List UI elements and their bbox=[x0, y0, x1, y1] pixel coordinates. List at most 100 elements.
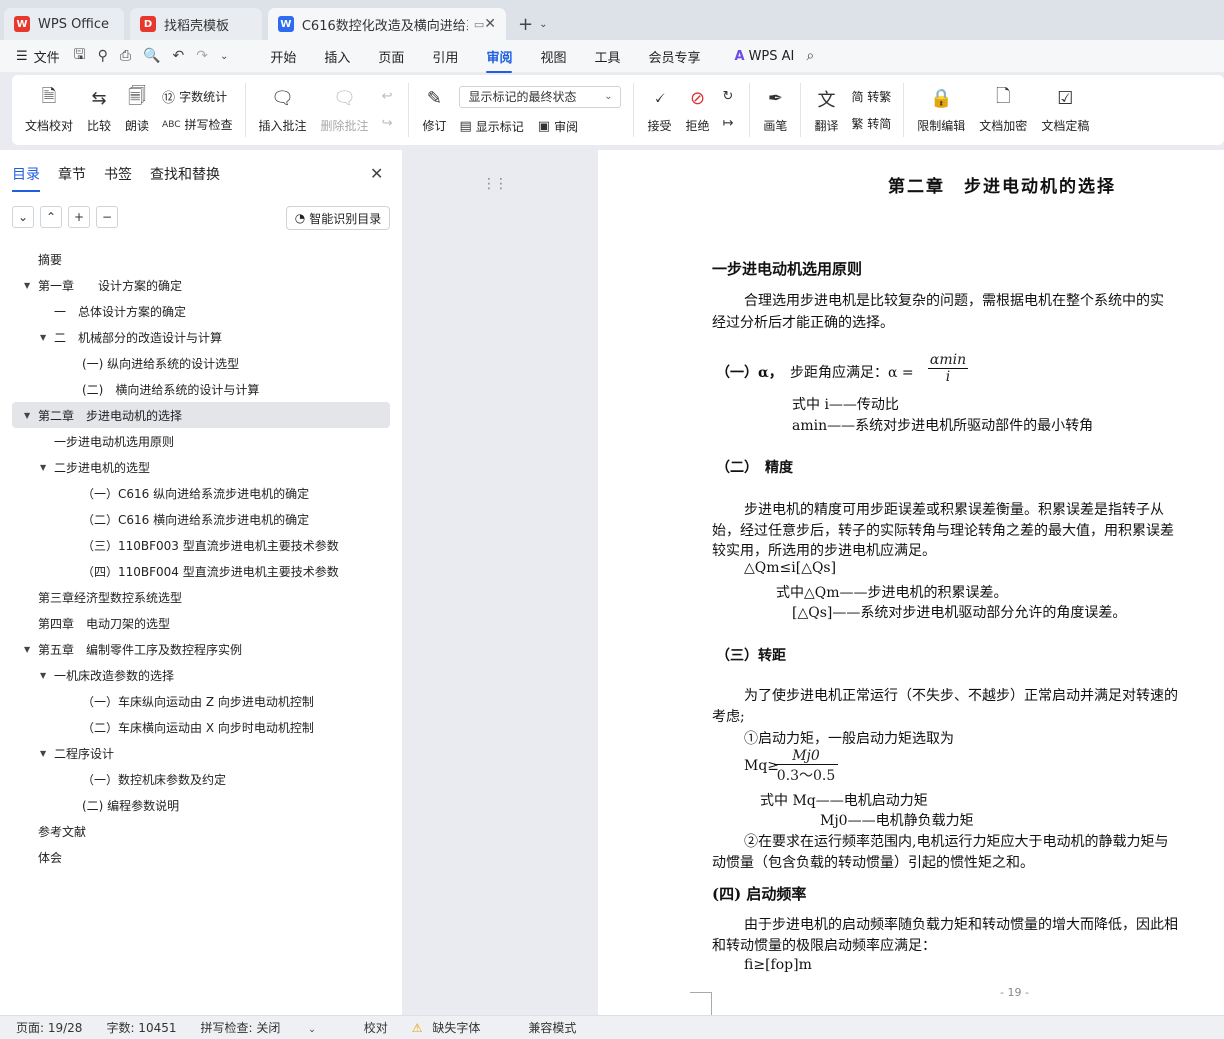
finalize-button[interactable]: ☑ 文档定稿 bbox=[1034, 80, 1096, 140]
toc-item[interactable]: （四）110BF004 型直流步进电机主要技术参数 bbox=[12, 558, 390, 584]
expand-triangle-icon[interactable]: ▼ bbox=[24, 411, 38, 420]
spell-check-indicator[interactable]: 拼写检查: 关闭 ⌄ bbox=[201, 1019, 340, 1036]
pen-button[interactable]: ✒ 画笔 bbox=[756, 80, 794, 140]
toc-item[interactable]: 体会 bbox=[12, 844, 390, 870]
toc-item[interactable]: （二）C616 横向进给系流步进电机的确定 bbox=[12, 506, 390, 532]
prev-comment-button[interactable]: ↩ bbox=[382, 89, 397, 104]
next-comment-button[interactable]: ↪ bbox=[382, 116, 397, 131]
toc-item[interactable]: （一）车床纵向运动由 Z 向步进电动机控制 bbox=[12, 688, 390, 714]
nav-tab-chapters[interactable]: 章节 bbox=[58, 164, 86, 184]
tab-reference[interactable]: 引用 bbox=[432, 47, 458, 66]
add-heading-button[interactable]: + bbox=[68, 206, 90, 228]
insert-comment-button[interactable]: 🗨 插入批注 bbox=[252, 80, 314, 140]
tab-docer-templates[interactable]: D 找稻壳模板 bbox=[130, 8, 262, 40]
print-preview-icon[interactable]: 🔍 bbox=[143, 48, 160, 64]
tab-start[interactable]: 开始 bbox=[270, 47, 296, 66]
nav-tab-toc[interactable]: 目录 bbox=[12, 164, 40, 192]
toc-item[interactable]: ▼ 第二章 步进电动机的选择 bbox=[12, 402, 390, 428]
smart-toc-button[interactable]: ◔ 智能识别目录 bbox=[286, 206, 390, 230]
search-icon[interactable]: ⌕ bbox=[806, 48, 814, 64]
toc-item[interactable]: 一步进电动机选用原则 bbox=[12, 428, 390, 454]
markup-state-select[interactable]: 显示标记的最终状态 ⌄ bbox=[459, 85, 622, 108]
wps-ai-button[interactable]: A WPS AI bbox=[735, 49, 795, 64]
proofread-button[interactable]: 校对 bbox=[364, 1019, 388, 1036]
revise-button[interactable]: ✎ 修订 bbox=[415, 80, 453, 140]
spell-check-button[interactable]: ABC 拼写检查 bbox=[162, 116, 232, 133]
redo-icon[interactable]: ↷ bbox=[196, 48, 208, 64]
more-chevron-icon[interactable]: ⌄ bbox=[220, 51, 228, 62]
expand-triangle-icon[interactable]: ▼ bbox=[40, 671, 54, 680]
word-count-button[interactable]: ⑫ 字数统计 bbox=[162, 87, 232, 106]
tab-wps-office[interactable]: W WPS Office bbox=[4, 8, 124, 40]
tab-view[interactable]: 视图 bbox=[540, 47, 566, 66]
toc-item-label: （二）车床横向运动由 X 向步时电动机控制 bbox=[82, 720, 314, 735]
translate-button[interactable]: 文 翻译 bbox=[807, 80, 845, 140]
toc-item[interactable]: （二）车床横向运动由 X 向步时电动机控制 bbox=[12, 714, 390, 740]
tab-review[interactable]: 审阅 bbox=[486, 47, 513, 73]
tab-document[interactable]: W C616数控化改造及横向进给系 ▭ ✕ bbox=[268, 8, 506, 40]
read-aloud-button[interactable]: 🗐 朗读 bbox=[118, 80, 156, 140]
to-simplified-label: 繁 转简 bbox=[851, 117, 892, 131]
accept-icon: 🗸 bbox=[653, 88, 666, 109]
toc-item[interactable]: ▼ 一机床改造参数的选择 bbox=[12, 662, 390, 688]
toc-item[interactable]: 一 总体设计方案的确定 bbox=[12, 298, 390, 324]
toc-item[interactable]: ▼ 二步进电机的选型 bbox=[12, 454, 390, 480]
share-icon[interactable]: ⚲ bbox=[98, 48, 108, 64]
prev-change-button[interactable]: ↻ bbox=[723, 89, 738, 104]
collapse-all-button[interactable]: ⌄ bbox=[12, 206, 34, 228]
toc-item[interactable]: ▼ 二 机械部分的改造设计与计算 bbox=[12, 324, 390, 350]
reject-button[interactable]: ⊘ 拒绝 bbox=[679, 80, 717, 140]
toc-item[interactable]: 参考文献 bbox=[12, 818, 390, 844]
toc-item[interactable]: (二) 横向进给系统的设计与计算 bbox=[12, 376, 390, 402]
toc-item[interactable]: (一) 纵向进给系统的设计选型 bbox=[12, 350, 390, 376]
new-tab-button[interactable]: + ⌄ bbox=[512, 8, 553, 40]
tab-insert[interactable]: 插入 bbox=[324, 47, 350, 66]
next-change-button[interactable]: ↦ bbox=[723, 116, 738, 131]
page-indicator[interactable]: 页面: 19/28 bbox=[16, 1019, 82, 1036]
toc-item[interactable]: ▼ 二程序设计 bbox=[12, 740, 390, 766]
toc-item-label: 第三章经济型数控系统选型 bbox=[38, 590, 183, 605]
toc-item[interactable]: 第四章 电动刀架的选型 bbox=[12, 610, 390, 636]
expand-triangle-icon[interactable]: ▼ bbox=[24, 281, 38, 290]
expand-triangle-icon[interactable]: ▼ bbox=[40, 749, 54, 758]
tab-page[interactable]: 页面 bbox=[378, 47, 404, 66]
undo-icon[interactable]: ↶ bbox=[173, 48, 185, 64]
toc-item[interactable]: 摘要 bbox=[12, 246, 390, 272]
drag-handle-icon[interactable]: ⋮⋮ bbox=[482, 176, 508, 192]
review-pane-button[interactable]: 审阅 bbox=[554, 118, 578, 135]
accept-button[interactable]: 🗸 接受 bbox=[640, 80, 678, 140]
toc-item[interactable]: （三）110BF003 型直流步进电机主要技术参数 bbox=[12, 532, 390, 558]
to-traditional-button[interactable]: 简 转繁 bbox=[851, 88, 891, 105]
save-icon[interactable]: 🖫 bbox=[74, 44, 86, 68]
close-icon[interactable]: ✕ bbox=[370, 164, 383, 183]
toc-item[interactable]: ▼ 第五章 编制零件工序及数控程序实例 bbox=[12, 636, 390, 662]
tab-tools[interactable]: 工具 bbox=[594, 47, 620, 66]
markup-state-value: 显示标记的最终状态 bbox=[468, 90, 577, 104]
show-markup-button[interactable]: 显示标记 bbox=[476, 118, 524, 135]
word-count-indicator[interactable]: 字数: 10451 bbox=[106, 1019, 176, 1036]
print-icon[interactable]: ⎙ bbox=[120, 48, 131, 64]
restrict-edit-button[interactable]: 🔒 限制编辑 bbox=[910, 80, 972, 140]
expand-up-button[interactable]: ⌃ bbox=[40, 206, 62, 228]
doc-check-button[interactable]: 🗎 文档校对 bbox=[18, 80, 80, 140]
toc-item[interactable]: (二) 编程参数说明 bbox=[12, 792, 390, 818]
compare-button[interactable]: ⇆ 比较 bbox=[80, 80, 118, 140]
expand-triangle-icon[interactable]: ▼ bbox=[24, 645, 38, 654]
expand-triangle-icon[interactable]: ▼ bbox=[40, 463, 54, 472]
remove-heading-button[interactable]: − bbox=[96, 206, 118, 228]
file-menu[interactable]: ☰ 文件 bbox=[16, 47, 60, 66]
close-icon[interactable]: ✕ bbox=[484, 16, 496, 32]
toc-item[interactable]: （一）C616 纵向进给系流步进电机的确定 bbox=[12, 480, 390, 506]
encrypt-button[interactable]: 🗋 文档加密 bbox=[972, 80, 1034, 140]
toc-item[interactable]: ▼ 第一章 设计方案的确定 bbox=[12, 272, 390, 298]
nav-tab-find-replace[interactable]: 查找和替换 bbox=[150, 164, 220, 184]
missing-font-button[interactable]: ⚠ 缺失字体 bbox=[412, 1019, 505, 1036]
to-simplified-button[interactable]: 繁 转简 bbox=[851, 115, 891, 132]
document-page[interactable]: 第二章 步进电动机的选择 一步进电动机选用原则 合理选用步进电机是比较复杂的问题… bbox=[598, 150, 1224, 1015]
expand-triangle-icon[interactable]: ▼ bbox=[40, 333, 54, 342]
nav-tab-bookmarks[interactable]: 书签 bbox=[104, 164, 132, 184]
toc-item[interactable]: （一）数控机床参数及约定 bbox=[12, 766, 390, 792]
toc-item[interactable]: 第三章经济型数控系统选型 bbox=[12, 584, 390, 610]
delete-comment-button[interactable]: 🗨 删除批注 bbox=[314, 80, 376, 140]
tab-member[interactable]: 会员专享 bbox=[648, 47, 700, 66]
